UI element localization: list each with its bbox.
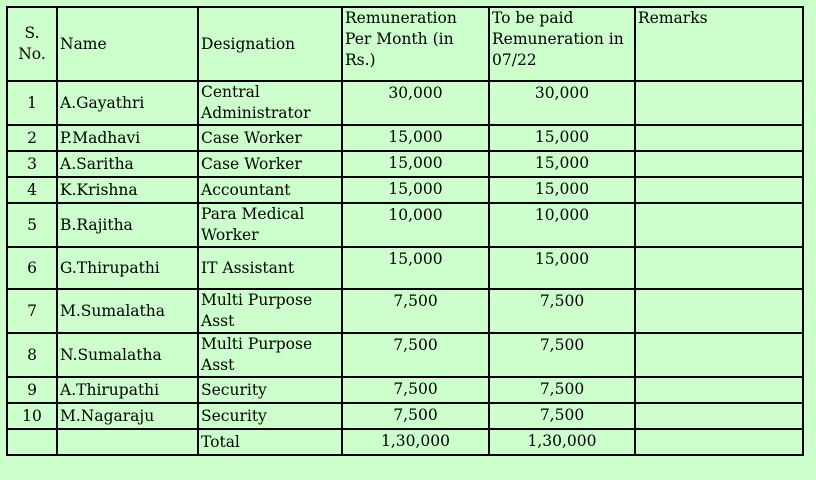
- header-name: Name: [56, 6, 199, 82]
- cell-designation: Multi Purpose Asst: [197, 332, 343, 378]
- cell-remuneration: 15,000: [341, 150, 490, 178]
- cell-to-be-paid: 7,500: [488, 402, 636, 430]
- header-sno: S. No.: [6, 6, 58, 82]
- cell-to-be-paid: 15,000: [488, 246, 636, 290]
- cell-designation: Para Medical Worker: [197, 202, 343, 248]
- cell-remarks: [634, 80, 804, 126]
- cell-sno: 6: [6, 246, 58, 290]
- cell-remarks: [634, 176, 804, 204]
- cell-sno: 1: [6, 80, 58, 126]
- cell-designation: Case Worker: [197, 124, 343, 152]
- total-name-empty: [56, 428, 199, 456]
- cell-remuneration: 15,000: [341, 124, 490, 152]
- cell-remarks: [634, 124, 804, 152]
- cell-designation: Multi Purpose Asst: [197, 288, 343, 334]
- header-designation: Designation: [197, 6, 343, 82]
- cell-name: A.Thirupathi: [56, 376, 199, 404]
- cell-sno: 5: [6, 202, 58, 248]
- cell-designation: Security: [197, 402, 343, 430]
- total-to-be-paid: 1,30,000: [488, 428, 636, 456]
- table-row: 4 K.Krishna Accountant 15,000 15,000: [6, 176, 804, 204]
- cell-remarks: [634, 202, 804, 248]
- cell-name: A.Gayathri: [56, 80, 199, 126]
- cell-sno: 4: [6, 176, 58, 204]
- cell-name: B.Rajitha: [56, 202, 199, 248]
- cell-sno: 7: [6, 288, 58, 334]
- cell-remuneration: 7,500: [341, 332, 490, 378]
- cell-remarks: [634, 402, 804, 430]
- table-row: 8 N.Sumalatha Multi Purpose Asst 7,500 7…: [6, 332, 804, 378]
- cell-remuneration: 15,000: [341, 246, 490, 290]
- cell-remuneration: 7,500: [341, 376, 490, 404]
- total-sno-empty: [6, 428, 58, 456]
- cell-remarks: [634, 288, 804, 334]
- cell-to-be-paid: 15,000: [488, 150, 636, 178]
- cell-to-be-paid: 15,000: [488, 124, 636, 152]
- header-remuneration: Remuneration Per Month (in Rs.): [341, 6, 490, 82]
- cell-designation: IT Assistant: [197, 246, 343, 290]
- cell-name: M.Nagaraju: [56, 402, 199, 430]
- cell-to-be-paid: 7,500: [488, 332, 636, 378]
- cell-designation: Central Administrator: [197, 80, 343, 126]
- cell-sno: 9: [6, 376, 58, 404]
- header-row: S. No. Name Designation Remuneration Per…: [6, 6, 804, 82]
- cell-sno: 10: [6, 402, 58, 430]
- cell-to-be-paid: 7,500: [488, 288, 636, 334]
- salary-table: S. No. Name Designation Remuneration Per…: [6, 6, 804, 456]
- total-remarks: [634, 428, 804, 456]
- cell-to-be-paid: 7,500: [488, 376, 636, 404]
- cell-name: G.Thirupathi: [56, 246, 199, 290]
- table-row: 7 M.Sumalatha Multi Purpose Asst 7,500 7…: [6, 288, 804, 334]
- header-remarks: Remarks: [634, 6, 804, 82]
- total-label: Total: [197, 428, 343, 456]
- cell-name: A.Saritha: [56, 150, 199, 178]
- cell-remarks: [634, 150, 804, 178]
- cell-to-be-paid: 15,000: [488, 176, 636, 204]
- cell-remuneration: 15,000: [341, 176, 490, 204]
- cell-remarks: [634, 246, 804, 290]
- cell-remuneration: 7,500: [341, 288, 490, 334]
- cell-remuneration: 30,000: [341, 80, 490, 126]
- cell-remarks: [634, 332, 804, 378]
- salary-table-container: S. No. Name Designation Remuneration Per…: [6, 6, 804, 456]
- total-row: Total 1,30,000 1,30,000: [6, 428, 804, 456]
- cell-sno: 3: [6, 150, 58, 178]
- table-row: 2 P.Madhavi Case Worker 15,000 15,000: [6, 124, 804, 152]
- table-row: 9 A.Thirupathi Security 7,500 7,500: [6, 376, 804, 404]
- cell-to-be-paid: 30,000: [488, 80, 636, 126]
- table-row: 1 A.Gayathri Central Administrator 30,00…: [6, 80, 804, 126]
- table-row: 6 G.Thirupathi IT Assistant 15,000 15,00…: [6, 246, 804, 290]
- cell-name: N.Sumalatha: [56, 332, 199, 378]
- cell-name: P.Madhavi: [56, 124, 199, 152]
- cell-remarks: [634, 376, 804, 404]
- cell-remuneration: 7,500: [341, 402, 490, 430]
- cell-remuneration: 10,000: [341, 202, 490, 248]
- cell-name: M.Sumalatha: [56, 288, 199, 334]
- total-remuneration: 1,30,000: [341, 428, 490, 456]
- cell-to-be-paid: 10,000: [488, 202, 636, 248]
- table-row: 5 B.Rajitha Para Medical Worker 10,000 1…: [6, 202, 804, 248]
- cell-sno: 2: [6, 124, 58, 152]
- cell-designation: Case Worker: [197, 150, 343, 178]
- cell-designation: Security: [197, 376, 343, 404]
- cell-designation: Accountant: [197, 176, 343, 204]
- header-to-be-paid: To be paid Remuneration in 07/22: [488, 6, 636, 82]
- table-row: 3 A.Saritha Case Worker 15,000 15,000: [6, 150, 804, 178]
- table-row: 10 M.Nagaraju Security 7,500 7,500: [6, 402, 804, 430]
- cell-name: K.Krishna: [56, 176, 199, 204]
- cell-sno: 8: [6, 332, 58, 378]
